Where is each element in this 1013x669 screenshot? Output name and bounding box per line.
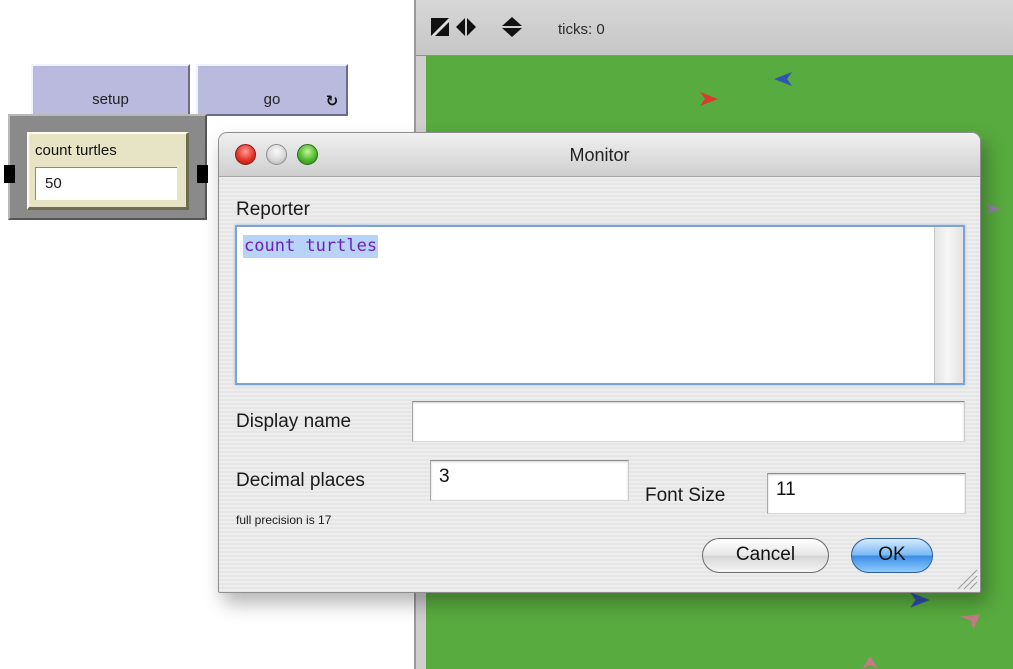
turtle xyxy=(862,656,878,669)
reporter-code: count turtles xyxy=(243,235,379,258)
monitor-label: count turtles xyxy=(35,142,117,159)
ok-button[interactable]: OK xyxy=(851,538,933,573)
font-size-field[interactable]: 11 xyxy=(767,473,966,514)
decimal-places-label: Decimal places xyxy=(236,470,365,491)
view-toolbar: ticks: 0 xyxy=(416,0,1013,56)
display-name-field[interactable] xyxy=(412,401,965,442)
resize-grip-icon[interactable] xyxy=(954,566,978,590)
count-turtles-monitor[interactable]: count turtles 50 xyxy=(27,132,189,210)
resize-handle-right[interactable] xyxy=(197,165,208,183)
go-button-label: go xyxy=(263,91,281,108)
font-size-label: Font Size xyxy=(645,485,726,506)
turtle xyxy=(960,614,980,630)
ticks-counter: ticks: 0 xyxy=(558,21,605,38)
display-name-label: Display name xyxy=(236,411,352,432)
vertical-arrows-icon[interactable] xyxy=(502,17,522,37)
setup-button[interactable]: setup xyxy=(31,64,190,116)
forever-loop-icon: ↻ xyxy=(325,93,339,110)
reporter-scrollbar[interactable] xyxy=(934,227,963,383)
turtle xyxy=(986,203,1000,215)
turtle xyxy=(774,72,792,86)
monitor-value: 50 xyxy=(35,167,177,200)
cancel-button[interactable]: Cancel xyxy=(702,538,829,573)
dialog-titlebar[interactable]: Monitor xyxy=(219,133,980,177)
setup-button-label: setup xyxy=(92,91,129,108)
monitor-dialog: Monitor Reporter count turtles Display n… xyxy=(218,132,981,593)
turtle xyxy=(700,92,718,106)
horizontal-arrows-icon[interactable] xyxy=(456,17,476,37)
go-button[interactable]: go ↻ xyxy=(196,64,348,116)
reporter-label: Reporter xyxy=(236,199,310,220)
resize-handle-left[interactable] xyxy=(4,165,15,183)
decimal-places-field[interactable]: 3 xyxy=(430,460,629,501)
shape-toggle-icon[interactable] xyxy=(430,17,450,37)
reporter-editor[interactable]: count turtles xyxy=(235,225,965,385)
dialog-title: Monitor xyxy=(569,145,630,165)
precision-note: full precision is 17 xyxy=(236,513,332,527)
